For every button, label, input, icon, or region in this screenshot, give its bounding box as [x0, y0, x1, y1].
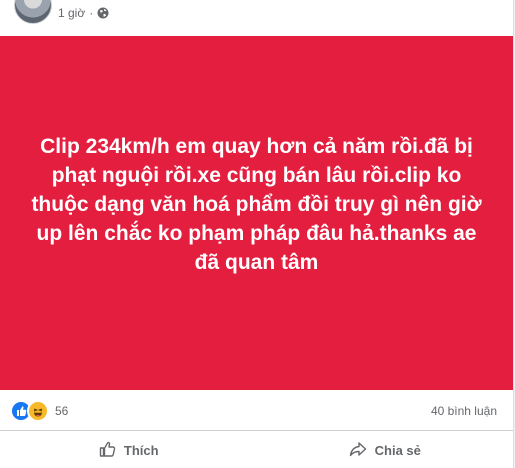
post-stats: 56 40 bình luận — [0, 392, 513, 431]
post-time[interactable]: 1 giờ — [58, 6, 85, 20]
post-actions: Thích Chia sẻ — [0, 432, 513, 468]
like-button-label: Thích — [123, 442, 159, 458]
meta-separator: · — [89, 6, 94, 20]
comment-count[interactable]: 40 bình luận — [431, 404, 497, 418]
post-text: Clip 234km/h em quay hơn cả năm rồi.đã b… — [31, 134, 482, 274]
post-background: Clip 234km/h em quay hơn cả năm rồi.đã b… — [0, 36, 513, 390]
like-button[interactable]: Thích — [0, 434, 257, 466]
globe-icon[interactable] — [97, 7, 109, 19]
reaction-count[interactable]: 56 — [55, 404, 68, 418]
thumbs-up-icon — [98, 440, 116, 461]
haha-icon — [27, 400, 49, 422]
share-button-label: Chia sẻ — [374, 442, 421, 458]
post-meta: 1 giờ · — [58, 6, 109, 20]
post-header: 1 giờ · — [0, 0, 513, 34]
share-button[interactable]: Chia sẻ — [257, 434, 514, 466]
avatar[interactable] — [14, 0, 52, 24]
post-card: 1 giờ · Clip 234km/h em quay hơn cả năm … — [0, 0, 514, 468]
reactions-summary[interactable]: 56 — [10, 400, 68, 422]
share-arrow-icon — [349, 440, 367, 461]
